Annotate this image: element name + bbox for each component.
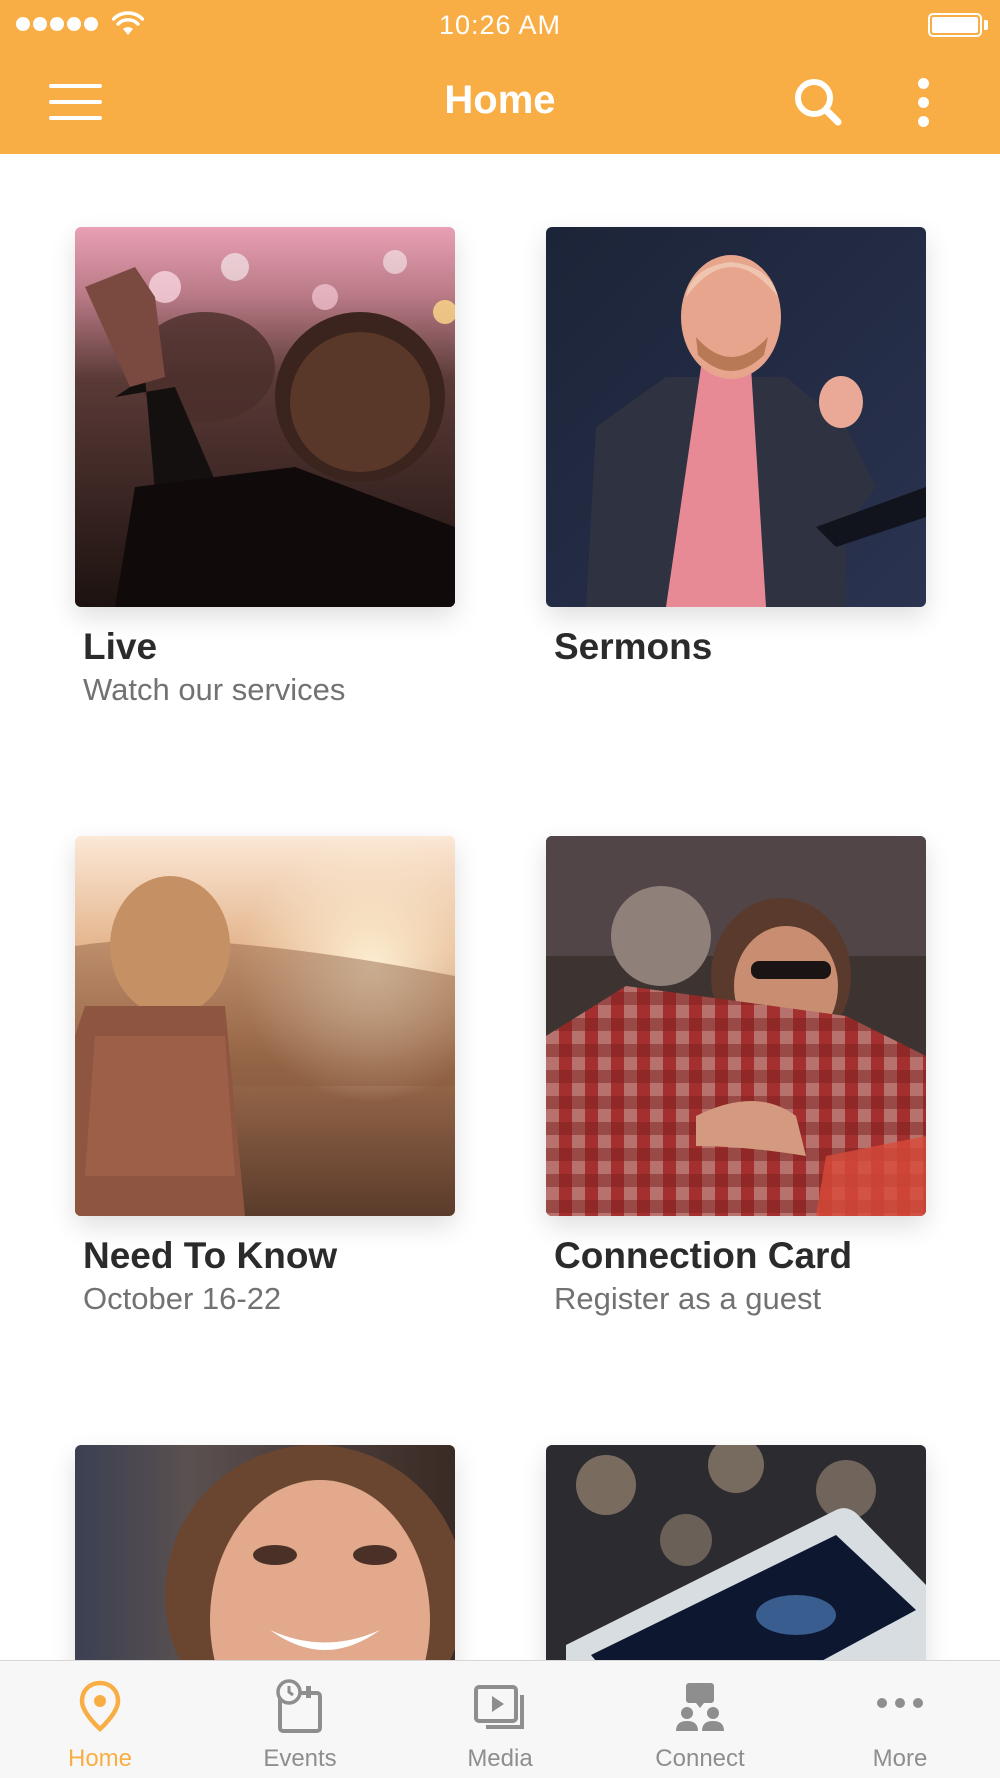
tile-subtitle: Register as a guest [554,1281,822,1316]
tile-connection-card[interactable]: Connection Card Register as a guest [546,836,926,1318]
tab-bar: Home Events Media Connect More [0,1660,1000,1778]
tab-home[interactable]: Home [0,1661,200,1778]
tile-need-to-know[interactable]: Need To Know October 16-22 [75,836,455,1318]
tile-title: Sermons [554,626,713,667]
tile-sermons[interactable]: Sermons [546,227,926,671]
status-bar: 10:26 AM [0,0,1000,50]
tab-label: Home [67,1745,133,1772]
calendar-clock-icon [276,1679,322,1733]
tab-more[interactable]: More [800,1661,1000,1778]
page-title: Home [444,78,556,122]
location-pin-icon [79,1680,121,1733]
battery-icon [928,13,982,37]
app-screen: 10:26 AM Home Live Watch our services Se… [0,0,1000,1778]
tab-connect[interactable]: Connect [600,1661,800,1778]
tab-label: Media [467,1745,533,1772]
status-time: 10:26 AM [438,10,562,40]
top-bar: 10:26 AM Home [0,0,1000,154]
tile-subtitle: Watch our services [83,672,346,707]
people-connect-icon [676,1683,724,1731]
search-icon[interactable] [788,72,848,132]
tile-title: Need To Know [83,1235,338,1276]
tile-title: Live [83,626,158,667]
tile-title: Connection Card [554,1235,853,1276]
worship-crowd-photo [75,227,455,607]
tab-label: Events [263,1745,337,1772]
tile-5[interactable] [75,1445,455,1660]
battery-tip [984,20,988,30]
hug-photo [546,836,926,1216]
navigation-bar: Home [0,50,1000,154]
tab-events[interactable]: Events [200,1661,400,1778]
tile-live[interactable]: Live Watch our services [75,227,455,709]
sunset-woman-photo [75,836,455,1216]
smiling-girl-photo [75,1445,455,1660]
tile-subtitle: October 16-22 [83,1281,282,1316]
home-grid: Live Watch our services Sermons Need To … [0,154,1000,1660]
vertical-dots-icon[interactable] [900,70,948,134]
media-play-icon [474,1685,524,1729]
tab-label: Connect [655,1745,745,1772]
tab-label: More [872,1745,928,1772]
phone-on-table-photo [546,1445,926,1660]
preacher-photo [546,227,926,607]
hamburger-menu-icon[interactable] [40,74,110,130]
horizontal-dots-icon [877,1698,923,1708]
tab-media[interactable]: Media [400,1661,600,1778]
tile-6[interactable] [546,1445,926,1660]
